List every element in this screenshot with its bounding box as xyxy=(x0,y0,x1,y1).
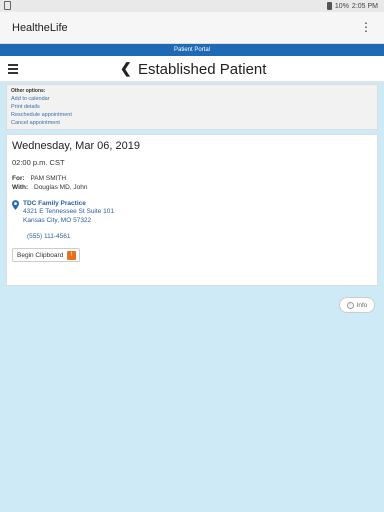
cancel-appointment-link[interactable]: Cancel appointment xyxy=(11,119,373,127)
reschedule-link[interactable]: Reschedule appointment xyxy=(11,111,373,119)
info-icon: i xyxy=(346,301,354,309)
print-details-link[interactable]: Print details xyxy=(11,103,373,111)
app-bar: HealtheLife ⋮ xyxy=(0,12,384,44)
screenshot-icon xyxy=(4,1,11,10)
for-row: For: PAM SMITH xyxy=(12,175,372,182)
app-title: HealtheLife xyxy=(12,22,68,34)
status-icons: 10% 2:05 PM xyxy=(326,2,378,10)
location[interactable]: TDC Family Practice 4321 E Tennessee St … xyxy=(12,200,372,225)
phone-link[interactable]: (555) 111-4561 xyxy=(27,233,372,240)
battery-level: 10% xyxy=(334,2,349,10)
back-arrow-icon[interactable]: ❮ xyxy=(120,60,132,77)
address-line-1: 4321 E Tennessee St Suite 101 xyxy=(23,208,114,215)
page-title: Established Patient xyxy=(138,61,267,78)
with-row: With: Douglas MD, John xyxy=(12,184,372,191)
overflow-menu-icon[interactable]: ⋮ xyxy=(360,21,372,33)
hamburger-menu-icon[interactable] xyxy=(8,64,18,74)
info-button[interactable]: i Info xyxy=(339,297,375,313)
begin-clipboard-label: Begin Clipboard xyxy=(17,251,64,259)
page-header: ❮ Established Patient xyxy=(0,56,384,82)
add-to-calendar-link[interactable]: Add to calendar xyxy=(11,95,373,103)
location-name: TDC Family Practice xyxy=(23,200,86,207)
battery-icon xyxy=(326,2,332,10)
appointment-card: Wednesday, Mar 06, 2019 02:00 p.m. CST F… xyxy=(6,134,378,286)
address-line-2: Kansas City, MO 57322 xyxy=(23,217,92,224)
clock: 2:05 PM xyxy=(351,2,378,10)
appointment-time: 02:00 p.m. CST xyxy=(12,158,65,167)
for-label: For: xyxy=(12,175,25,182)
other-options-panel: Other options: Add to calendar Print det… xyxy=(6,84,378,130)
with-value: Douglas MD, John xyxy=(34,184,88,191)
with-label: With: xyxy=(12,184,29,191)
begin-clipboard-button[interactable]: Begin Clipboard ! xyxy=(12,248,81,262)
for-value: PAM SMITH xyxy=(30,175,67,182)
appointment-date: Wednesday, Mar 06, 2019 xyxy=(12,140,141,152)
status-bar: 10% 2:05 PM xyxy=(0,0,384,12)
info-label: Info xyxy=(356,301,368,309)
location-pin-icon xyxy=(12,200,19,210)
alert-icon: ! xyxy=(67,250,77,260)
portal-banner: Patient Portal xyxy=(0,44,384,56)
other-options-label: Other options: xyxy=(11,88,46,94)
